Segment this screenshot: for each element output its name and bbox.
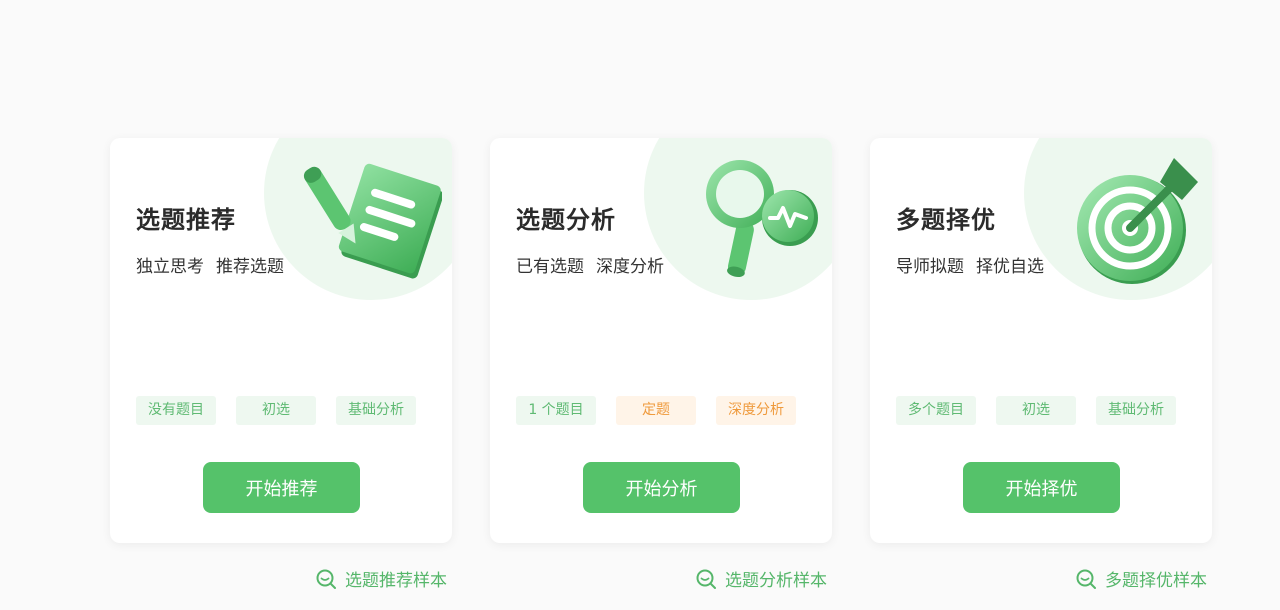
card-title: 选题分析 [516, 206, 616, 234]
card-title: 选题推荐 [136, 206, 236, 234]
tag-list: 没有题目 初选 基础分析 [136, 396, 416, 425]
tag: 基础分析 [336, 396, 416, 425]
tag: 没有题目 [136, 396, 216, 425]
card-subtitle-part: 深度分析 [596, 257, 664, 277]
search-chat-icon [1076, 569, 1096, 589]
tag: 基础分析 [1096, 396, 1176, 425]
card-subtitle-part: 已有选题 [516, 257, 584, 277]
sample-link-label: 多题择优样本 [1105, 571, 1207, 591]
tag: 初选 [236, 396, 316, 425]
card-subtitle-part: 导师拟题 [896, 257, 964, 277]
target-dart-icon [1077, 158, 1198, 284]
sample-link-multi[interactable]: 多题择优样本 [1075, 566, 1207, 591]
sample-link-analysis[interactable]: 选题分析样本 [695, 566, 827, 591]
card-title: 多题择优 [896, 206, 996, 234]
notepad-pen-icon [303, 163, 442, 279]
card-subtitle: 独立思考 推荐选题 [136, 252, 284, 277]
card-topic-recommend: 选题推荐 独立思考 推荐选题 没有题目 初选 基础分析 开始推荐 [110, 138, 452, 543]
tag-list: 1 个题目 定题 深度分析 [516, 396, 796, 425]
card-subtitle: 已有选题 深度分析 [516, 252, 664, 277]
card-topic-analysis: 选题分析 已有选题 深度分析 1 个题目 定题 深度分析 开始分析 [490, 138, 832, 543]
page: 选题推荐 独立思考推荐选题 没有题目 初选 基础分析 开始推荐 选题推荐样本 [0, 0, 1280, 610]
magnifier-pulse-icon [706, 160, 818, 278]
start-recommend-button[interactable]: 开始推荐 [203, 462, 360, 513]
sample-link-label: 选题分析样本 [725, 571, 827, 591]
card-subtitle-part: 推荐选题 [216, 257, 284, 277]
tag: 1 个题目 [516, 396, 596, 425]
card-subtitle: 导师拟题 择优自选 [896, 252, 1044, 277]
tag: 定题 [616, 396, 696, 425]
card-subtitle-part: 择优自选 [976, 257, 1044, 277]
tag: 初选 [996, 396, 1076, 425]
sample-link-label: 选题推荐样本 [345, 571, 447, 591]
search-chat-icon [316, 569, 336, 589]
start-analysis-button[interactable]: 开始分析 [583, 462, 740, 513]
tag: 深度分析 [716, 396, 796, 425]
tag-list: 多个题目 初选 基础分析 [896, 396, 1176, 425]
sample-link-recommend[interactable]: 选题推荐样本 [315, 566, 447, 591]
search-chat-icon [696, 569, 716, 589]
start-select-button[interactable]: 开始择优 [963, 462, 1120, 513]
card-multi-select: 多题择优 导师拟题 择优自选 多个题目 初选 基础分析 开始择优 [870, 138, 1212, 543]
tag: 多个题目 [896, 396, 976, 425]
card-subtitle-part: 独立思考 [136, 257, 204, 277]
